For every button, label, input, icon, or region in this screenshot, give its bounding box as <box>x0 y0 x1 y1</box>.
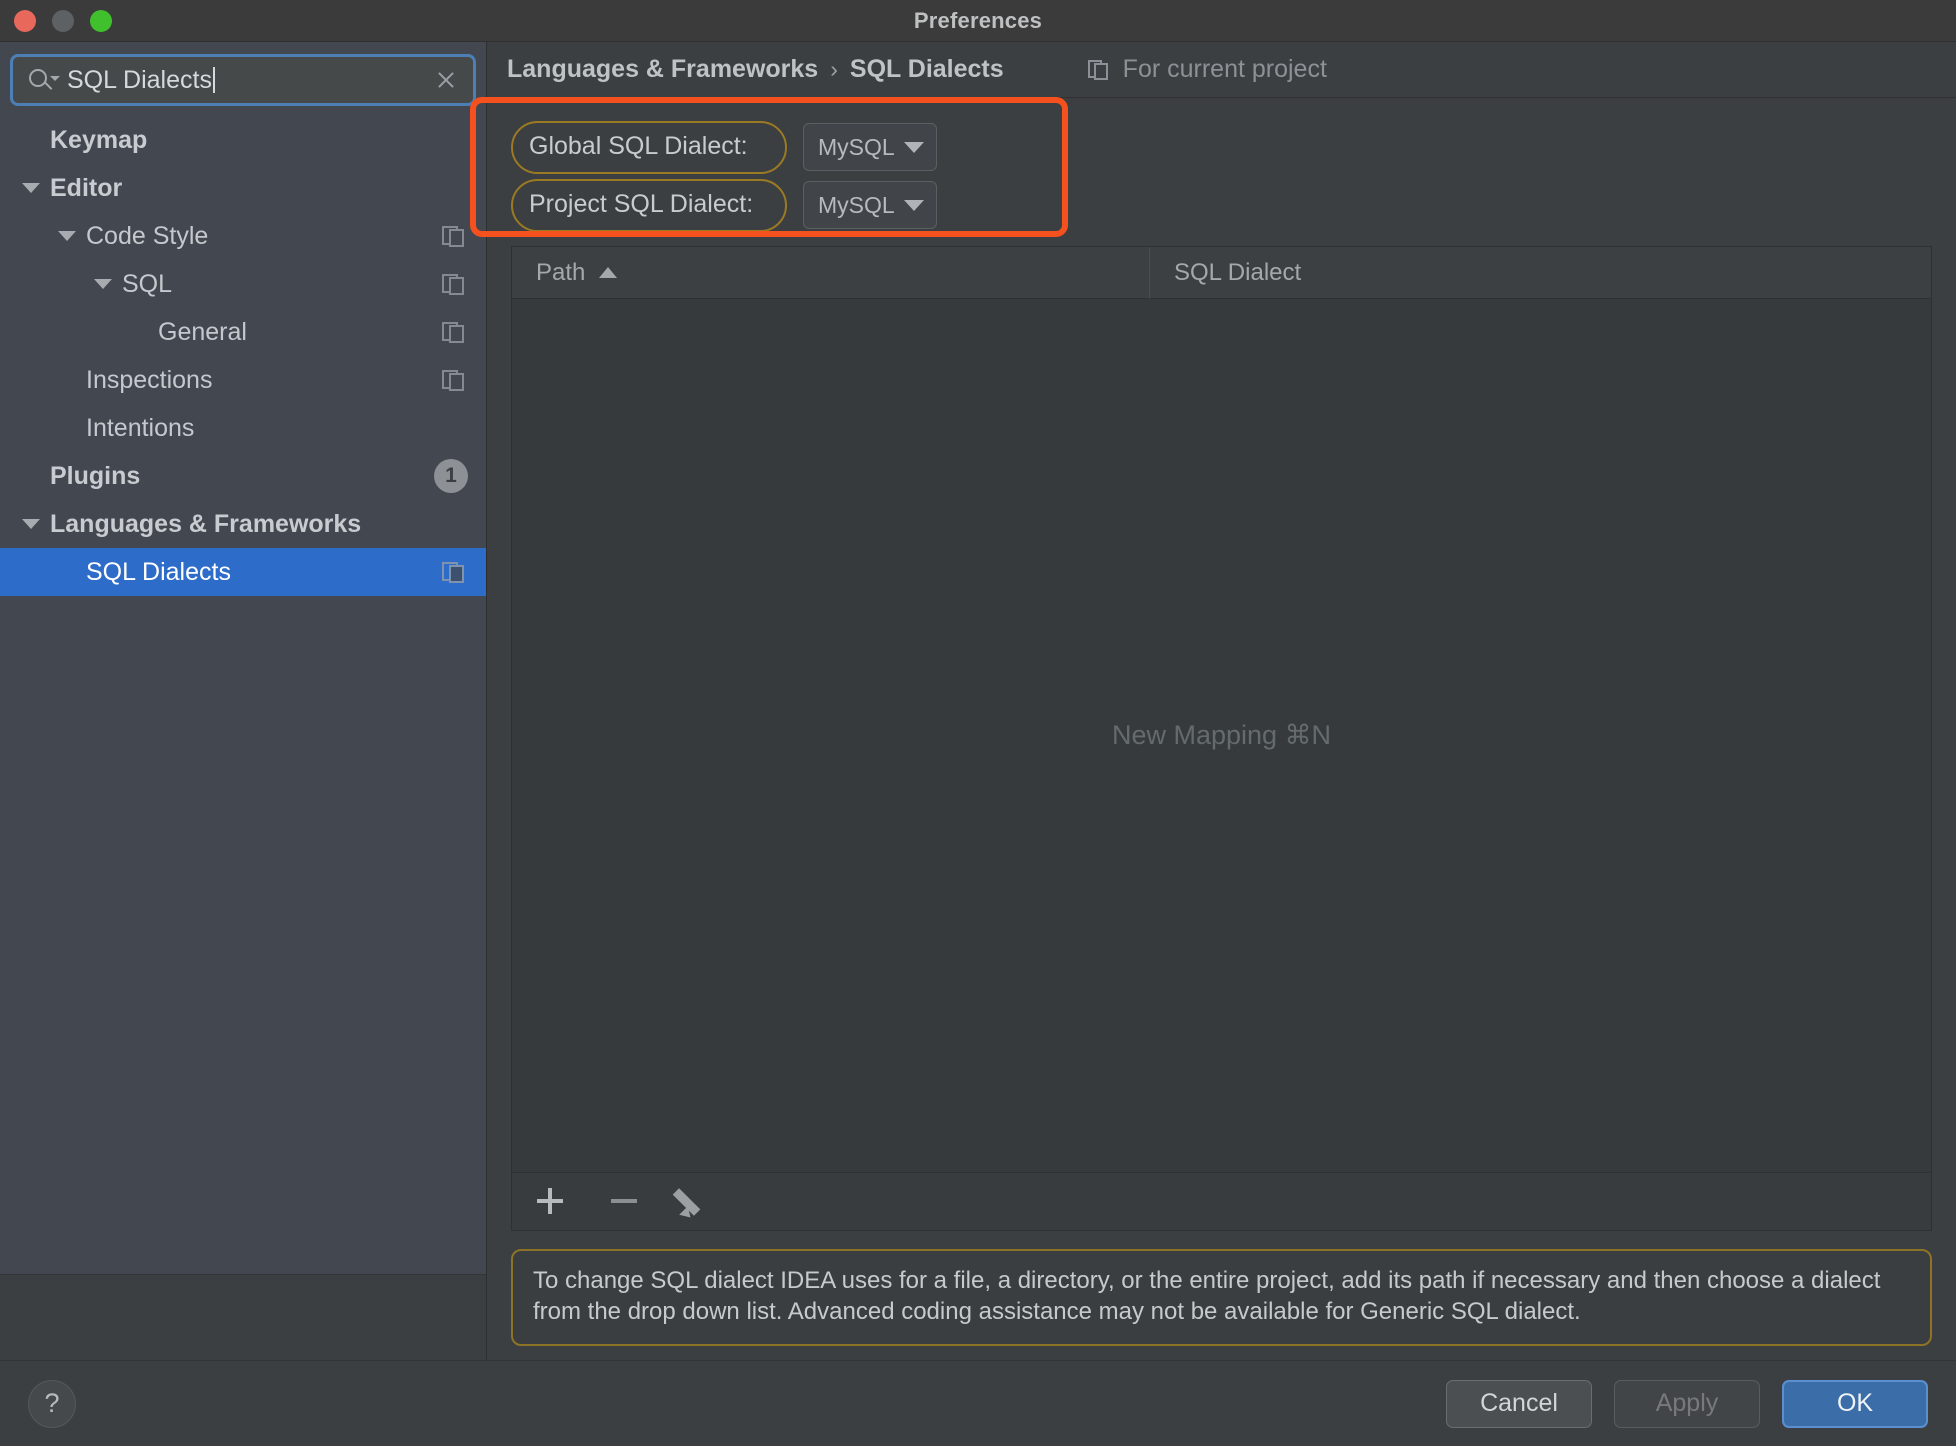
breadcrumb-parent[interactable]: Languages & Frameworks <box>507 55 818 84</box>
project-dialect-label: Project SQL Dialect: <box>511 178 787 232</box>
sidebar-item-code-style[interactable]: Code Style <box>0 212 486 260</box>
sidebar-item-adornment <box>442 319 468 345</box>
search-input-value: SQL Dialects <box>67 67 433 93</box>
breadcrumb: Languages & Frameworks › SQL Dialects Fo… <box>487 42 1956 98</box>
sidebar-item-label: Intentions <box>86 413 195 442</box>
dialog-footer: ? Cancel Apply OK <box>0 1360 1956 1446</box>
copy-icon[interactable] <box>442 367 468 393</box>
chevron-down-icon[interactable] <box>94 279 112 289</box>
help-button[interactable]: ? <box>28 1379 76 1428</box>
global-dialect-label: Global SQL Dialect: <box>511 120 787 174</box>
sidebar-item-sql[interactable]: SQL <box>0 260 486 308</box>
search-icon <box>27 65 60 95</box>
apply-button[interactable]: Apply <box>1614 1379 1760 1428</box>
chevron-down-icon <box>904 199 924 211</box>
title-bar: Preferences <box>0 0 1956 42</box>
chevron-down-icon <box>904 141 924 153</box>
table-body[interactable]: New Mapping ⌘N <box>512 299 1931 1172</box>
window-title: Preferences <box>913 7 1043 33</box>
project-dialect-dropdown[interactable]: MySQL <box>803 181 937 229</box>
global-dialect-row: Global SQL Dialect: MySQL <box>511 118 1956 176</box>
table-header: Path SQL Dialect <box>512 247 1931 299</box>
sidebar-item-intentions[interactable]: Intentions <box>0 404 486 452</box>
search-input[interactable]: SQL Dialects <box>10 54 476 106</box>
global-dialect-dropdown[interactable]: MySQL <box>803 123 937 171</box>
plus-icon[interactable] <box>528 1179 572 1223</box>
scope-label: For current project <box>1122 55 1327 83</box>
sidebar-item-label: Code Style <box>86 221 209 250</box>
sidebar-item-adornment <box>442 367 468 393</box>
sidebar-item-label: Editor <box>50 173 123 202</box>
chevron-down-icon[interactable] <box>22 519 40 529</box>
sidebar-item-label: SQL <box>122 269 173 298</box>
copy-icon[interactable] <box>442 223 468 249</box>
sidebar-item-label: General <box>158 317 247 346</box>
sidebar-item-inspections[interactable]: Inspections <box>0 356 486 404</box>
sidebar-item-languages-frameworks[interactable]: Languages & Frameworks <box>0 500 486 548</box>
scope-indicator: For current project <box>1087 55 1327 84</box>
sidebar-item-label: Plugins <box>50 461 141 490</box>
preferences-window: Preferences SQL Dialects Keymap Editor Cod… <box>0 0 1956 1446</box>
sidebar-item-label: Inspections <box>86 365 213 394</box>
column-header-dialect[interactable]: SQL Dialect <box>1150 247 1931 299</box>
breadcrumb-separator-icon: › <box>830 56 838 82</box>
sidebar-item-label: SQL Dialects <box>86 557 231 586</box>
sort-ascending-icon <box>599 267 618 278</box>
copy-icon[interactable] <box>442 271 468 297</box>
sidebar-item-editor[interactable]: Editor <box>0 164 486 212</box>
global-dialect-value: MySQL <box>818 133 895 160</box>
column-header-path[interactable]: Path <box>512 247 1150 299</box>
clear-search-icon[interactable] <box>433 67 459 93</box>
plugins-count-badge: 1 <box>434 459 468 493</box>
copy-icon[interactable] <box>442 319 468 345</box>
copy-icon[interactable] <box>442 559 468 585</box>
ok-button[interactable]: OK <box>1782 1379 1928 1428</box>
sidebar-item-keymap[interactable]: Keymap <box>0 116 486 164</box>
pencil-icon[interactable] <box>672 1179 720 1223</box>
cancel-button[interactable]: Cancel <box>1446 1379 1592 1428</box>
settings-sidebar: SQL Dialects Keymap Editor Code Style SQL Ge… <box>0 42 487 1360</box>
empty-state-text: New Mapping ⌘N <box>1111 719 1332 750</box>
settings-content: Languages & Frameworks › SQL Dialects Fo… <box>487 42 1956 1360</box>
sidebar-item-adornment <box>442 223 468 249</box>
info-banner: To change SQL dialect IDEA uses for a fi… <box>511 1248 1932 1346</box>
sidebar-item-adornment: 1 <box>434 459 468 493</box>
sidebar-item-general[interactable]: General <box>0 308 486 356</box>
chevron-down-icon[interactable] <box>22 183 40 193</box>
sidebar-item-plugins[interactable]: Plugins 1 <box>0 452 486 500</box>
info-banner-text: To change SQL dialect IDEA uses for a fi… <box>533 1266 1881 1326</box>
project-dialect-row: Project SQL Dialect: MySQL <box>511 176 1956 234</box>
minus-icon[interactable] <box>602 1179 646 1223</box>
sidebar-item-label: Keymap <box>50 125 148 154</box>
dialect-settings: Global SQL Dialect: MySQL Project SQL Di… <box>487 98 1956 246</box>
project-scope-icon <box>1087 58 1112 82</box>
sidebar-item-label: Languages & Frameworks <box>50 509 362 538</box>
sidebar-item-sql-dialects[interactable]: SQL Dialects <box>0 548 486 596</box>
search-container: SQL Dialects <box>0 42 486 116</box>
column-header-dialect-label: SQL Dialect <box>1174 258 1302 286</box>
sidebar-footer <box>0 1274 486 1360</box>
table-toolbar <box>512 1171 1931 1230</box>
sidebar-item-adornment <box>442 559 468 585</box>
mappings-table: Path SQL Dialect New Mapping ⌘N <box>511 246 1932 1231</box>
sidebar-item-adornment <box>442 271 468 297</box>
project-dialect-value: MySQL <box>818 191 895 218</box>
settings-tree: Keymap Editor Code Style SQL General Inspecti… <box>0 116 486 1274</box>
dialog-body: SQL Dialects Keymap Editor Code Style SQL Ge… <box>0 42 1956 1360</box>
footer-actions: Cancel Apply OK <box>1446 1379 1928 1428</box>
column-header-path-label: Path <box>536 258 586 286</box>
breadcrumb-current: SQL Dialects <box>849 55 1004 83</box>
chevron-down-icon[interactable] <box>58 231 76 241</box>
